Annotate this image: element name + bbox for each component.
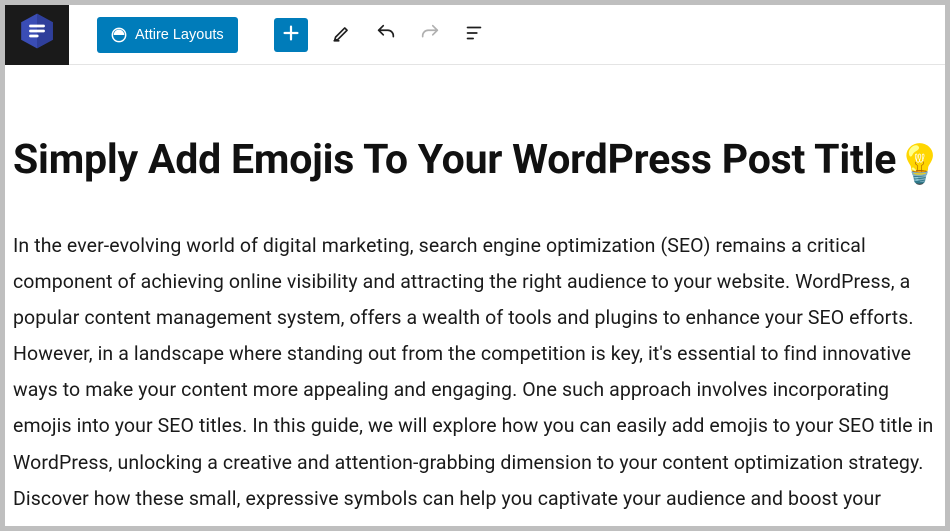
post-title-text: Simply Add Emojis To Your WordPress Post…	[13, 136, 896, 184]
site-logo-icon	[18, 12, 56, 54]
redo-button[interactable]	[410, 15, 450, 55]
undo-icon	[375, 22, 397, 47]
add-block-button[interactable]	[274, 18, 308, 52]
editor-content[interactable]: Simply Add Emojis To Your WordPress Post…	[5, 137, 945, 526]
edit-mode-button[interactable]	[322, 15, 362, 55]
document-overview-button[interactable]	[454, 15, 494, 55]
redo-icon	[419, 22, 441, 47]
post-title[interactable]: Simply Add Emojis To Your WordPress Post…	[13, 137, 937, 184]
editor-frame: Attire Layouts	[5, 5, 945, 526]
site-logo-button[interactable]	[5, 5, 69, 65]
undo-button[interactable]	[366, 15, 406, 55]
post-body-paragraph[interactable]: In the ever-evolving world of digital ma…	[13, 228, 937, 526]
outline-icon	[463, 22, 485, 47]
attire-layouts-button[interactable]: Attire Layouts	[97, 17, 238, 53]
plus-icon	[280, 22, 302, 47]
lightbulb-emoji: 💡	[896, 146, 943, 184]
layouts-icon	[111, 27, 127, 43]
pencil-icon	[331, 22, 353, 47]
attire-layouts-label: Attire Layouts	[135, 27, 224, 43]
editor-toolbar: Attire Layouts	[5, 5, 945, 65]
